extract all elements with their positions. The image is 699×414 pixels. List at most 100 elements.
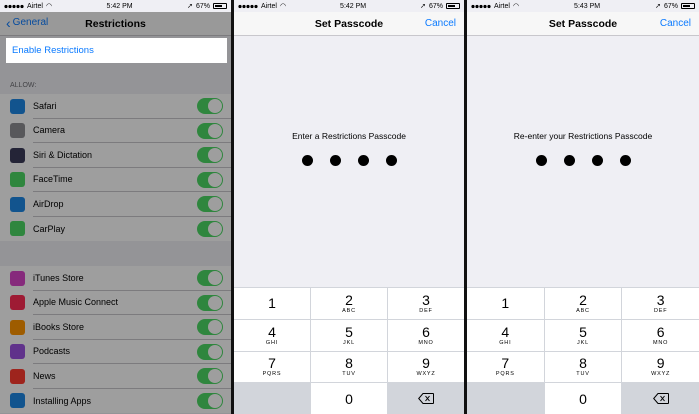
keypad-key[interactable]: 3 DEF bbox=[388, 288, 464, 319]
passcode-dot bbox=[591, 155, 603, 166]
keypad-key[interactable]: 7 PQRS bbox=[234, 351, 310, 383]
status-time: 5:43 PM bbox=[574, 2, 601, 10]
passcode-prompt: Re-enter your Restrictions Passcode bbox=[513, 131, 653, 141]
nav-bar: Set Passcode Cancel bbox=[467, 12, 699, 36]
keypad-key[interactable]: 0 bbox=[544, 383, 622, 414]
key-digit: 8 bbox=[579, 355, 587, 372]
key-letters: ABC bbox=[342, 307, 356, 314]
key-digit: 8 bbox=[345, 355, 353, 372]
battery-percent: 67% bbox=[195, 2, 210, 10]
key-digit: 6 bbox=[422, 323, 430, 340]
key-digit: 5 bbox=[345, 323, 353, 340]
key-digit: 4 bbox=[501, 323, 510, 340]
battery-icon bbox=[446, 3, 460, 9]
backspace-icon bbox=[652, 393, 669, 405]
key-letters: PQRS bbox=[495, 371, 515, 378]
key-letters: JKL bbox=[343, 339, 355, 346]
keypad-key[interactable]: 1 bbox=[467, 288, 544, 319]
enable-restrictions-button[interactable]: Enable Restrictions bbox=[6, 38, 227, 63]
passcode-dot bbox=[385, 155, 397, 166]
screenshot-stage: Airtel ◠ 5:42 PM ➚ 67% ‹ General Restrictio… bbox=[0, 0, 699, 414]
status-time: 5:42 PM bbox=[340, 2, 367, 10]
key-letters: DEF bbox=[419, 307, 433, 314]
passcode-prompt: Enter a Restrictions Passcode bbox=[292, 131, 406, 141]
keypad-key[interactable]: 5 JKL bbox=[311, 319, 387, 351]
page-title: Set Passcode bbox=[314, 17, 384, 30]
key-digit: 3 bbox=[422, 291, 430, 308]
passcode-dots bbox=[467, 155, 699, 166]
key-letters: DEF bbox=[653, 307, 668, 314]
battery-icon bbox=[213, 3, 227, 9]
key-digit: 4 bbox=[268, 323, 276, 340]
wifi-icon: ◠ bbox=[512, 3, 520, 10]
key-digit: 5 bbox=[579, 323, 587, 340]
keypad-key[interactable]: 5 JKL bbox=[544, 319, 622, 351]
keypad-key[interactable]: 6 MNO bbox=[622, 319, 699, 351]
key-letters: MNO bbox=[653, 339, 669, 346]
keypad-key[interactable]: 4 GHI bbox=[467, 319, 544, 351]
keypad-key[interactable]: 9 WXYZ bbox=[622, 351, 699, 383]
keypad-key[interactable]: 1 bbox=[234, 288, 310, 319]
battery-percent: 67% bbox=[663, 2, 678, 10]
key-letters: WXYZ bbox=[416, 371, 436, 378]
key-digit: 0 bbox=[579, 390, 587, 407]
key-digit: 2 bbox=[579, 291, 587, 308]
carrier-label: Airtel bbox=[27, 2, 43, 10]
signal-icon bbox=[471, 3, 491, 9]
key-digit: 7 bbox=[501, 355, 510, 372]
carrier-label: Airtel bbox=[494, 2, 510, 10]
key-digit: 1 bbox=[268, 295, 276, 312]
cancel-button[interactable]: Cancel bbox=[425, 18, 456, 29]
confirm-passcode-screen: Airtel ◠ 5:43 PM ➚ 67% Set Passcode Cancel… bbox=[467, 0, 699, 414]
key-letters: GHI bbox=[265, 339, 279, 346]
key-digit: 9 bbox=[656, 355, 665, 372]
number-keypad: 1 2 ABC 3 DEF 4 GHI 5 JKL 6 MNO 7 PQRS 8 TUV 9 WXYZ 0 bbox=[234, 287, 464, 414]
keypad-key[interactable]: 2 ABC bbox=[311, 288, 387, 319]
restrictions-screen: Airtel ◠ 5:42 PM ➚ 67% ‹ General Restrictio… bbox=[0, 0, 231, 414]
status-time: 5:42 PM bbox=[106, 2, 133, 10]
key-digit: 6 bbox=[656, 323, 665, 340]
keypad-key[interactable]: 4 GHI bbox=[234, 319, 310, 351]
battery-percent: 67% bbox=[428, 2, 443, 10]
key-digit: 1 bbox=[501, 295, 510, 312]
status-bar: Airtel ◠ 5:42 PM ➚ 67% bbox=[234, 0, 464, 12]
number-keypad: 1 2 ABC 3 DEF 4 GHI 5 JKL 6 MNO 7 PQRS 8 TUV 9 WXYZ 0 bbox=[467, 287, 699, 414]
key-digit: 9 bbox=[422, 355, 430, 372]
signal-icon bbox=[238, 3, 258, 9]
page-title: Set Passcode bbox=[548, 17, 618, 30]
passcode-dots bbox=[234, 155, 464, 166]
passcode-dot bbox=[301, 155, 313, 166]
dim-overlay bbox=[0, 12, 231, 414]
keypad-key[interactable]: 9 WXYZ bbox=[388, 351, 464, 383]
keypad-key[interactable]: 8 TUV bbox=[311, 351, 387, 383]
location-icon: ➚ bbox=[420, 3, 426, 10]
keypad-key[interactable]: 0 bbox=[311, 383, 387, 414]
delete-key[interactable] bbox=[622, 383, 699, 414]
passcode-dot bbox=[357, 155, 369, 166]
carrier-label: Airtel bbox=[261, 2, 277, 10]
key-digit: 7 bbox=[268, 355, 276, 372]
keypad-key[interactable]: 6 MNO bbox=[388, 319, 464, 351]
key-digit: 2 bbox=[345, 291, 353, 308]
keypad-blank bbox=[234, 383, 310, 414]
passcode-dot bbox=[563, 155, 575, 166]
keypad-key[interactable]: 8 TUV bbox=[544, 351, 622, 383]
key-digit: 3 bbox=[656, 291, 665, 308]
battery-icon bbox=[681, 3, 695, 9]
key-letters: GHI bbox=[499, 339, 512, 346]
location-icon: ➚ bbox=[187, 3, 193, 10]
keypad-blank bbox=[467, 383, 544, 414]
key-letters: ABC bbox=[576, 307, 590, 314]
cancel-button[interactable]: Cancel bbox=[660, 18, 691, 29]
status-bar: Airtel ◠ 5:42 PM ➚ 67% bbox=[0, 0, 231, 12]
keypad-key[interactable]: 2 ABC bbox=[544, 288, 622, 319]
location-icon: ➚ bbox=[655, 3, 661, 10]
status-bar: Airtel ◠ 5:43 PM ➚ 67% bbox=[467, 0, 699, 12]
keypad-key[interactable]: 3 DEF bbox=[622, 288, 699, 319]
wifi-icon: ◠ bbox=[279, 3, 287, 10]
nav-bar: Set Passcode Cancel bbox=[234, 12, 464, 36]
delete-key[interactable] bbox=[388, 383, 464, 414]
signal-icon bbox=[4, 3, 24, 9]
keypad-key[interactable]: 7 PQRS bbox=[467, 351, 544, 383]
backspace-icon bbox=[418, 393, 434, 405]
